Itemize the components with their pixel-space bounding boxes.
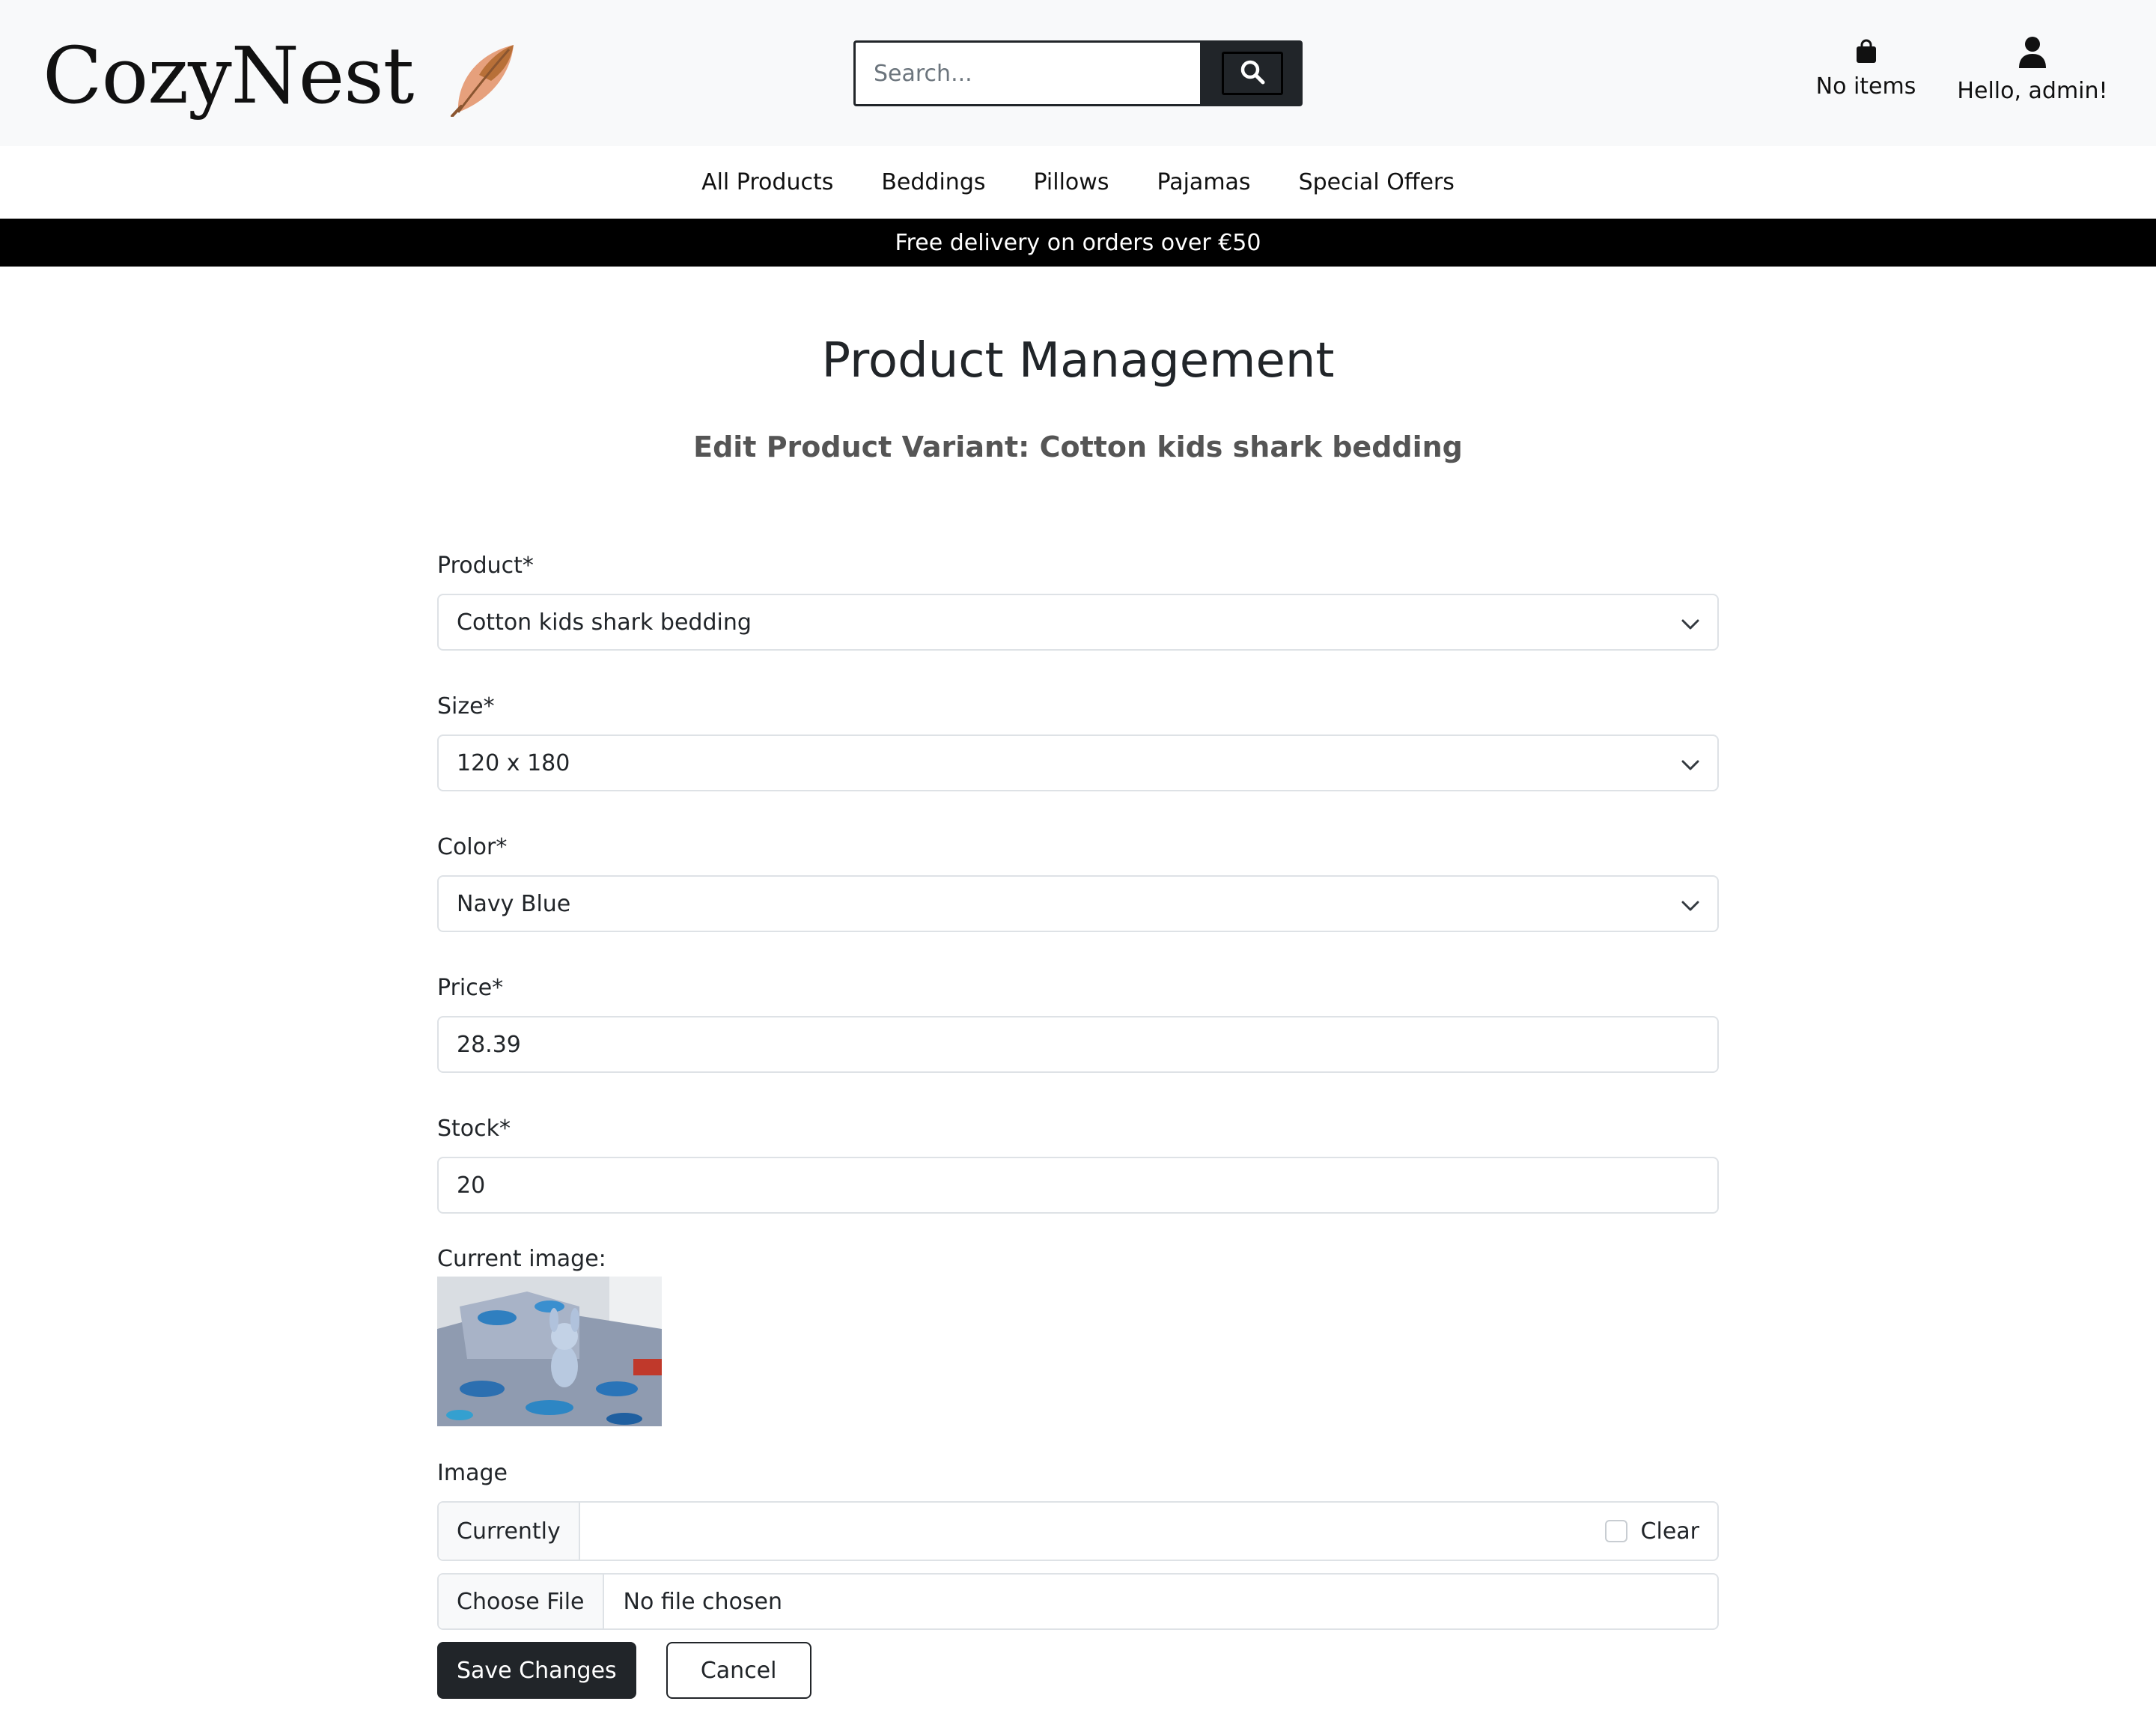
search-input[interactable] bbox=[853, 40, 1202, 106]
cart-link[interactable]: No items bbox=[1812, 39, 1920, 100]
product-label: Product* bbox=[437, 553, 534, 579]
stock-label: Stock* bbox=[437, 1116, 511, 1142]
size-select[interactable]: 120 x 180 bbox=[437, 734, 1719, 791]
current-image-label: Current image: bbox=[437, 1246, 606, 1272]
page-title: Product Management bbox=[821, 333, 1335, 389]
shopping-bag-icon bbox=[1855, 39, 1878, 67]
price-input[interactable]: 28.39 bbox=[437, 1016, 1719, 1073]
brand-name: CozyNest bbox=[43, 30, 414, 121]
search-icon bbox=[1240, 59, 1265, 88]
price-input-value: 28.39 bbox=[457, 1031, 521, 1058]
image-label: Image bbox=[437, 1460, 508, 1486]
feather-icon bbox=[442, 42, 517, 120]
current-image-thumbnail bbox=[437, 1277, 662, 1426]
search-button[interactable] bbox=[1202, 40, 1303, 106]
image-current-group: Currently Clear bbox=[437, 1501, 1719, 1561]
account-label: Hello, admin! bbox=[1957, 78, 2108, 104]
product-select-value: Cotton kids shark bedding bbox=[457, 609, 752, 636]
nav-item-beddings[interactable]: Beddings bbox=[881, 169, 985, 195]
delivery-banner-text: Free delivery on orders over €50 bbox=[895, 229, 1261, 256]
account-link[interactable]: Hello, admin! bbox=[1954, 36, 2111, 104]
color-select-value: Navy Blue bbox=[457, 890, 571, 917]
save-changes-button[interactable]: Save Changes bbox=[437, 1642, 636, 1699]
size-label: Size* bbox=[437, 693, 495, 720]
clear-image-checkbox[interactable] bbox=[1604, 1520, 1627, 1542]
chevron-down-icon bbox=[1681, 891, 1699, 917]
search-button-frame bbox=[1222, 52, 1283, 95]
site-header: CozyNest Search... No items Hello, admin… bbox=[0, 0, 2156, 146]
chevron-down-icon bbox=[1681, 609, 1699, 636]
nav-item-all-products[interactable]: All Products bbox=[701, 169, 833, 195]
choose-file-button[interactable]: Choose File bbox=[439, 1575, 604, 1628]
stock-input-value: 20 bbox=[457, 1172, 486, 1199]
cancel-button[interactable]: Cancel bbox=[666, 1642, 811, 1699]
size-select-value: 120 x 180 bbox=[457, 749, 570, 776]
nav-item-pillows[interactable]: Pillows bbox=[1034, 169, 1109, 195]
clear-image-label[interactable]: Clear bbox=[1641, 1518, 1699, 1545]
delivery-banner: Free delivery on orders over €50 bbox=[0, 219, 2156, 267]
image-clear-container: Clear bbox=[580, 1503, 1717, 1560]
chevron-down-icon bbox=[1681, 750, 1699, 776]
nav-item-pajamas[interactable]: Pajamas bbox=[1157, 169, 1250, 195]
color-select[interactable]: Navy Blue bbox=[437, 875, 1719, 932]
main-nav: All Products Beddings Pillows Pajamas Sp… bbox=[0, 146, 2156, 219]
user-icon bbox=[2018, 37, 2047, 72]
stock-input[interactable]: 20 bbox=[437, 1157, 1719, 1214]
product-select[interactable]: Cotton kids shark bedding bbox=[437, 594, 1719, 651]
brand-logo[interactable]: CozyNest bbox=[43, 30, 517, 121]
color-label: Color* bbox=[437, 834, 508, 860]
edit-variant-form: Product* Cotton kids shark bedding Size*… bbox=[437, 550, 1719, 1699]
image-file-input[interactable]: Choose File No file chosen bbox=[437, 1573, 1719, 1630]
cart-label: No items bbox=[1815, 73, 1916, 100]
search-bar bbox=[853, 40, 1303, 106]
form-actions: Save Changes Cancel bbox=[437, 1642, 1719, 1699]
file-status-text: No file chosen bbox=[623, 1588, 783, 1615]
price-label: Price* bbox=[437, 975, 504, 1001]
nav-item-special-offers[interactable]: Special Offers bbox=[1299, 169, 1455, 195]
page-subtitle: Edit Product Variant: Cotton kids shark … bbox=[693, 431, 1463, 463]
image-currently-label: Currently bbox=[439, 1503, 580, 1560]
